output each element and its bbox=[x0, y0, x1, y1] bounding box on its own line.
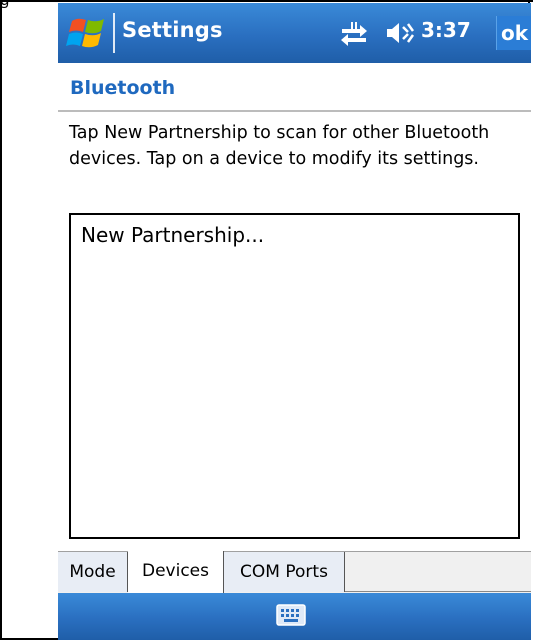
connectivity-arrows-icon[interactable] bbox=[338, 20, 370, 48]
keyboard-icon[interactable] bbox=[276, 602, 306, 628]
menu-bar bbox=[58, 593, 531, 640]
tab-devices[interactable]: Devices bbox=[128, 551, 224, 593]
ok-button[interactable]: ok bbox=[496, 16, 531, 50]
device-list[interactable]: New Partnership... bbox=[69, 213, 520, 539]
clock[interactable]: 3:37 bbox=[421, 18, 471, 42]
tab-mode[interactable]: Mode bbox=[58, 552, 128, 592]
speaker-icon[interactable] bbox=[383, 19, 415, 47]
windows-flag-icon[interactable] bbox=[66, 13, 110, 53]
instructions-text: Tap New Partnership to scan for other Bl… bbox=[69, 123, 490, 169]
app-title: Settings bbox=[122, 18, 223, 42]
page-title: Bluetooth bbox=[70, 77, 176, 99]
new-partnership-item[interactable]: New Partnership... bbox=[81, 223, 264, 247]
title-bar: Settings 3:37 ok bbox=[58, 3, 531, 63]
screenshot-page: g Settings 3:37 ok Bluetooth Tap New Par… bbox=[0, 0, 533, 642]
subtitle-divider bbox=[58, 110, 531, 112]
tab-com-ports[interactable]: COM Ports bbox=[224, 552, 345, 592]
tab-strip: Mode Devices COM Ports bbox=[58, 551, 531, 594]
pocketpc-screen: Settings 3:37 ok Bluetooth Tap New Partn… bbox=[58, 3, 531, 640]
title-separator bbox=[113, 13, 115, 53]
tab-strip-filler bbox=[345, 552, 531, 592]
